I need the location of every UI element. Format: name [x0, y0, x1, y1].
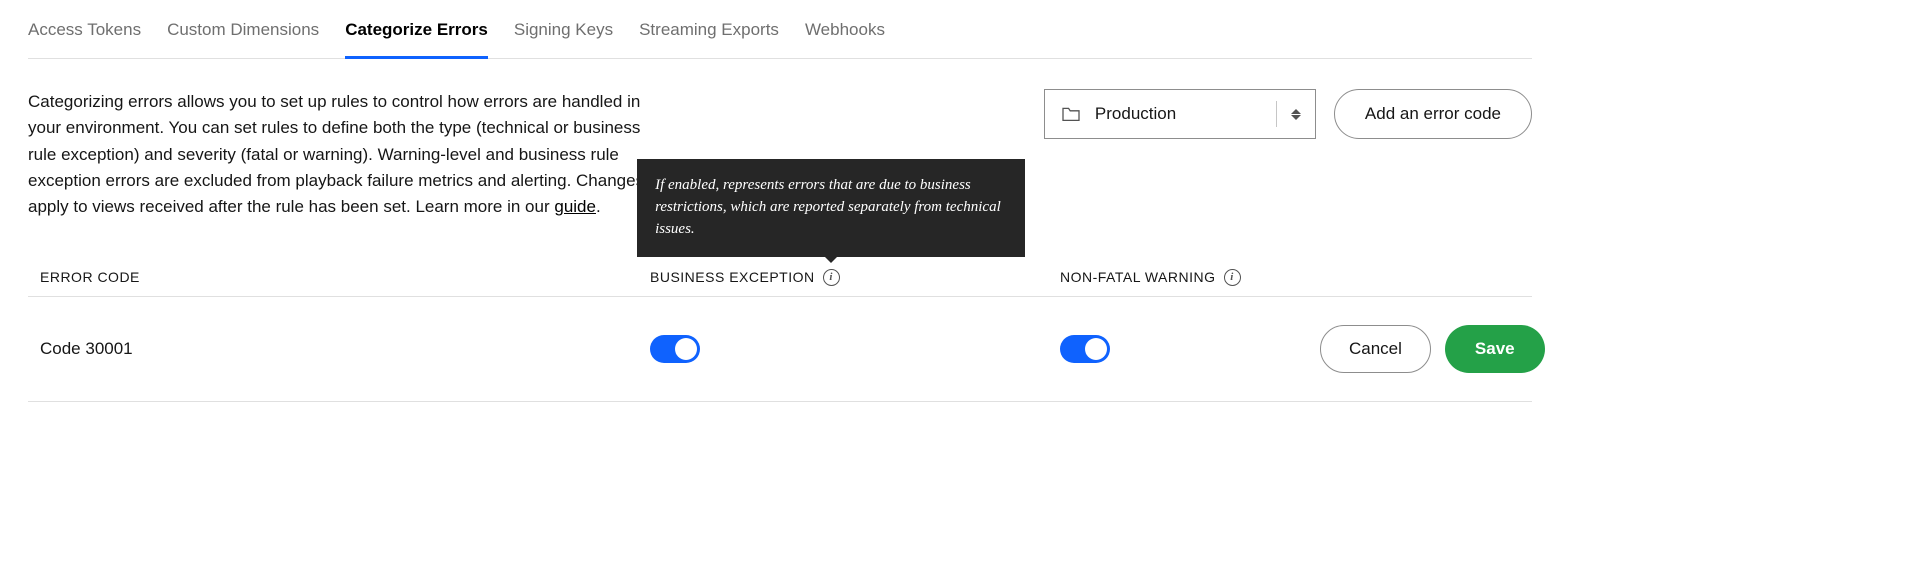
tab-custom-dimensions[interactable]: Custom Dimensions: [167, 20, 319, 59]
divider: [1276, 101, 1277, 127]
description-pre: Categorizing errors allows you to set up…: [28, 92, 644, 216]
business-exception-toggle[interactable]: [650, 335, 700, 363]
tab-signing-keys[interactable]: Signing Keys: [514, 20, 613, 59]
tab-webhooks[interactable]: Webhooks: [805, 20, 885, 59]
column-header-error-code: ERROR CODE: [40, 269, 650, 285]
tabs-bar: Access Tokens Custom Dimensions Categori…: [28, 20, 1532, 59]
row-actions: Cancel Save: [1320, 325, 1545, 373]
environment-select[interactable]: Production: [1044, 89, 1316, 139]
info-icon[interactable]: i: [1224, 269, 1241, 286]
header-actions: Production Add an error code: [1044, 89, 1532, 139]
cancel-button[interactable]: Cancel: [1320, 325, 1431, 373]
column-header-non-fatal-warning: NON-FATAL WARNING i: [1060, 269, 1320, 286]
toggle-knob: [1085, 338, 1107, 360]
tab-categorize-errors[interactable]: Categorize Errors: [345, 20, 488, 59]
error-code-cell: Code 30001: [40, 339, 650, 359]
environment-selected-label: Production: [1095, 104, 1262, 124]
description-text: Categorizing errors allows you to set up…: [28, 89, 648, 221]
column-header-business-exception: BUSINESS EXCEPTION i If enabled, represe…: [650, 269, 1060, 286]
tab-streaming-exports[interactable]: Streaming Exports: [639, 20, 779, 59]
info-glyph: i: [829, 271, 833, 283]
info-glyph: i: [1230, 271, 1234, 283]
guide-link[interactable]: guide: [554, 197, 596, 216]
non-fatal-warning-toggle[interactable]: [1060, 335, 1110, 363]
column-header-business-label: BUSINESS EXCEPTION: [650, 269, 815, 285]
column-header-warning-label: NON-FATAL WARNING: [1060, 269, 1216, 285]
tab-access-tokens[interactable]: Access Tokens: [28, 20, 141, 59]
add-error-code-button[interactable]: Add an error code: [1334, 89, 1532, 139]
description-post: .: [596, 197, 601, 216]
info-icon[interactable]: i If enabled, represents errors that are…: [823, 269, 840, 286]
folder-icon: [1061, 106, 1081, 122]
save-button[interactable]: Save: [1445, 325, 1545, 373]
toggle-knob: [675, 338, 697, 360]
sort-arrows-icon: [1291, 109, 1301, 120]
non-fatal-warning-cell: [1060, 335, 1320, 363]
table-header: ERROR CODE BUSINESS EXCEPTION i If enabl…: [28, 259, 1532, 297]
business-exception-cell: [650, 335, 1060, 363]
tooltip-business-exception: If enabled, represents errors that are d…: [637, 159, 1025, 256]
table-row: Code 30001 Cancel Save: [28, 297, 1532, 402]
